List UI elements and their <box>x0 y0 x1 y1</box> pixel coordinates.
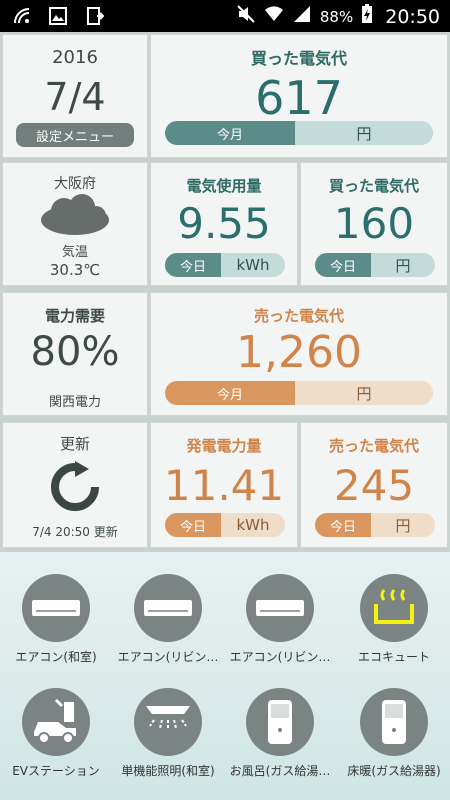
unit-label: 円 <box>295 381 433 405</box>
gallery-icon <box>48 6 68 26</box>
generation-today-value: 11.41 <box>163 461 285 510</box>
sold-today-panel[interactable]: 売った電気代 245 今日 円 <box>300 422 448 548</box>
wifi-icon <box>264 4 284 29</box>
generation-today-title: 発電電力量 <box>186 437 262 455</box>
period-label: 今日 <box>165 253 221 277</box>
sold-month-pill: 今月 円 <box>165 381 433 405</box>
date-panel: 2016 7/4 設定メニュー <box>2 34 148 158</box>
bought-today-panel[interactable]: 買った電気代 160 今日 円 <box>300 162 448 286</box>
device-panel: エアコン(和室) エアコン(リビン… エアコン(リビン… エコキュート EVステ… <box>0 552 450 800</box>
refresh-icon[interactable] <box>3 461 147 517</box>
usage-today-panel[interactable]: 電気使用量 9.55 今日 kWh <box>150 162 298 286</box>
device-aircon-washitsu[interactable]: エアコン(和室) <box>0 574 112 665</box>
usage-today-value: 9.55 <box>177 199 271 248</box>
device-label: エアコン(和室) <box>15 650 97 664</box>
usage-today-title: 電気使用量 <box>186 177 262 195</box>
place-label: 大阪府 <box>54 176 96 192</box>
period-label: 今日 <box>315 513 371 537</box>
air-conditioner-icon <box>22 574 90 642</box>
demand-company: 関西電力 <box>48 395 101 410</box>
unit-label: 円 <box>295 121 433 145</box>
device-label: エコキュート <box>357 650 430 664</box>
unit-label: 円 <box>371 513 435 537</box>
bought-today-value: 160 <box>333 199 415 248</box>
refresh-title: 更新 <box>59 435 90 453</box>
device-floor-heating[interactable]: 床暖(ガス給湯器) <box>338 688 450 779</box>
wifi-call-icon <box>12 6 32 26</box>
unit-label: kWh <box>221 513 285 537</box>
battery-percent: 88% <box>319 7 354 26</box>
refresh-stamp: 7/4 20:50 更新 <box>32 525 118 539</box>
floor-heater-icon <box>360 688 428 756</box>
ceiling-light-icon <box>134 688 202 756</box>
demand-panel: 電力需要 80% 関西電力 <box>2 292 148 416</box>
bought-today-pill: 今日 円 <box>315 253 435 277</box>
device-ecocute[interactable]: エコキュート <box>338 574 450 665</box>
sold-month-title: 売った電気代 <box>253 307 344 325</box>
sold-month-panel[interactable]: 売った電気代 1,260 今月 円 <box>150 292 448 416</box>
period-label: 今日 <box>315 253 371 277</box>
usage-today-pill: 今日 kWh <box>165 253 285 277</box>
device-label: エアコン(リビン… <box>229 650 331 664</box>
period-label: 今月 <box>165 121 295 145</box>
device-label: エアコン(リビン… <box>117 650 219 664</box>
ev-station-icon <box>22 688 90 756</box>
temp-label: 気温 <box>61 245 88 260</box>
bath-heater-icon <box>246 688 314 756</box>
period-label: 今日 <box>165 513 221 537</box>
download-icon <box>84 6 105 26</box>
generation-today-panel[interactable]: 発電電力量 11.41 今日 kWh <box>150 422 298 548</box>
mute-icon <box>236 4 256 29</box>
settings-menu-button[interactable]: 設定メニュー <box>16 123 134 147</box>
device-aircon-living-2[interactable]: エアコン(リビン… <box>224 574 336 665</box>
unit-label: 円 <box>371 253 435 277</box>
temp-value: 30.3℃ <box>49 261 101 279</box>
refresh-panel[interactable]: 更新 7/4 20:50 更新 <box>2 422 148 548</box>
sold-month-value: 1,260 <box>236 327 362 378</box>
year-label: 2016 <box>52 47 98 68</box>
device-label: EVステーション <box>12 764 100 778</box>
device-label: 単機能照明(和室) <box>121 764 215 778</box>
sold-today-pill: 今日 円 <box>315 513 435 537</box>
status-bar: 88% 20:50 <box>0 0 450 32</box>
demand-value: 80% <box>30 329 120 375</box>
device-ev-station[interactable]: EVステーション <box>0 688 112 779</box>
air-conditioner-icon <box>246 574 314 642</box>
sold-today-title: 売った電気代 <box>328 437 419 455</box>
generation-today-pill: 今日 kWh <box>165 513 285 537</box>
sold-today-value: 245 <box>333 461 415 510</box>
bought-month-panel[interactable]: 買った電気代 617 今月 円 <box>150 34 448 158</box>
bought-month-value: 617 <box>255 71 343 125</box>
device-aircon-living-1[interactable]: エアコン(リビン… <box>112 574 224 665</box>
weather-panel: 大阪府 気温 30.3℃ <box>2 162 148 286</box>
demand-title: 電力需要 <box>44 307 105 325</box>
water-heater-icon <box>360 574 428 642</box>
device-bath[interactable]: お風呂(ガス給湯… <box>224 688 336 779</box>
signal-icon <box>292 4 312 29</box>
battery-charging-icon <box>361 4 373 29</box>
device-light-washitsu[interactable]: 単機能照明(和室) <box>112 688 224 779</box>
clock: 20:50 <box>385 5 440 28</box>
bought-today-title: 買った電気代 <box>328 177 419 195</box>
bought-month-pill: 今月 円 <box>165 121 433 145</box>
unit-label: kWh <box>221 253 285 277</box>
period-label: 今月 <box>165 381 295 405</box>
date-label: 7/4 <box>44 75 106 119</box>
bought-month-title: 買った電気代 <box>250 49 347 68</box>
air-conditioner-icon <box>134 574 202 642</box>
cloud-icon <box>3 193 147 241</box>
device-label: お風呂(ガス給湯… <box>229 764 331 778</box>
device-label: 床暖(ガス給湯器) <box>347 764 441 778</box>
